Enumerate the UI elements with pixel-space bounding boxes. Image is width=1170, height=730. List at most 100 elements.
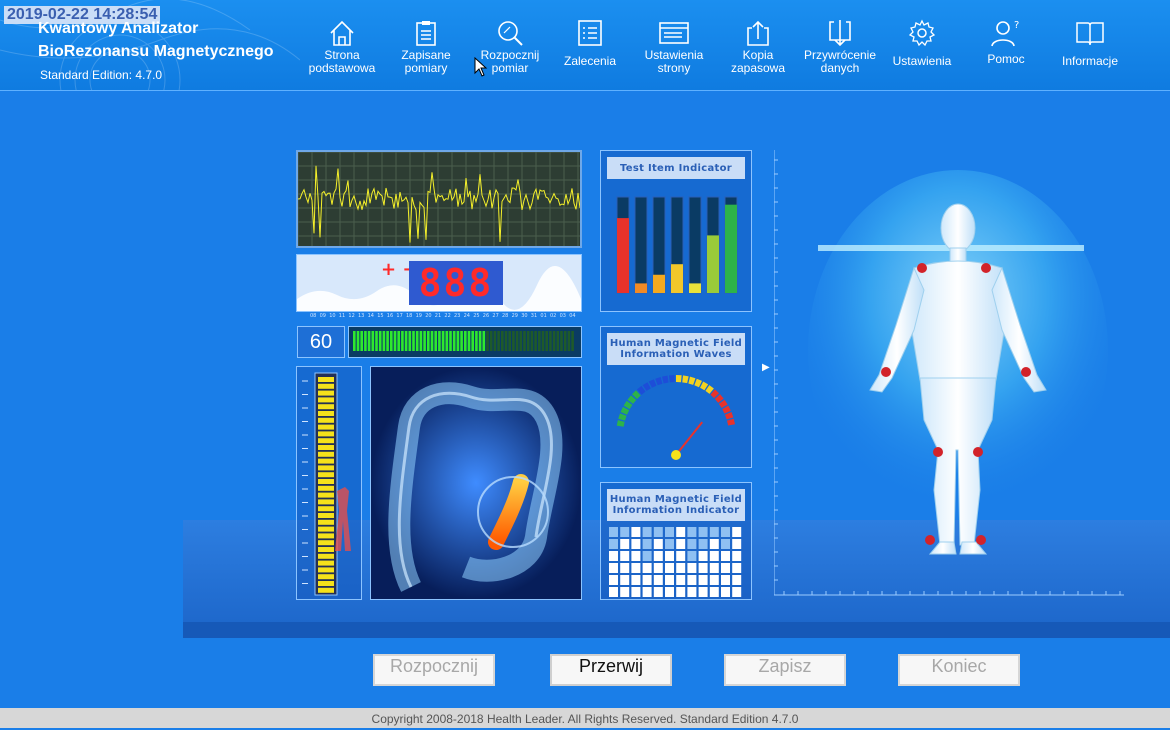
grid-cell [665, 563, 674, 573]
bar-fill [689, 283, 701, 293]
grid-cell [732, 575, 742, 585]
grid-cell [620, 539, 630, 549]
meter-segment [318, 431, 334, 437]
progress-segment [353, 331, 356, 351]
bar-track [634, 196, 648, 294]
grid-cell [631, 587, 641, 597]
mouse-cursor-icon [474, 57, 488, 77]
human-body-figure [773, 150, 1124, 600]
time-tick: 26 [482, 313, 490, 319]
nav-page-settings[interactable]: Ustawienia strony [632, 12, 716, 86]
bar-fill [653, 274, 665, 293]
meter-segment [318, 499, 334, 505]
start-button[interactable]: Rozpocznij [373, 654, 495, 686]
progress-segment [378, 331, 382, 351]
progress-segment [371, 331, 375, 351]
nav-recommendations[interactable]: Zalecenia [548, 12, 632, 86]
progress-segment [493, 331, 497, 351]
time-tick: 22 [444, 313, 451, 319]
progress-segment [567, 331, 571, 351]
time-tick: 31 [530, 313, 538, 319]
progress-segment [404, 331, 408, 351]
grid-cell [631, 527, 641, 537]
nav-help[interactable]: ? Pomoc [964, 12, 1048, 86]
meter-segment [318, 424, 334, 430]
time-tick: 11 [338, 313, 346, 319]
test-item-indicator-panel: Test Item Indicator [600, 150, 752, 312]
vertical-level-panel [296, 366, 362, 600]
time-tick: 01 [540, 313, 547, 319]
scan-progress-bar [348, 326, 582, 358]
time-tick: 14 [367, 313, 374, 319]
progress-segment [471, 331, 474, 351]
stop-button[interactable]: Przerwij [550, 654, 672, 686]
grid-cell [665, 575, 674, 585]
grid-cell [609, 527, 618, 537]
progress-segment [386, 331, 389, 351]
nav-label: zapasowa [730, 61, 786, 75]
time-tick: 28 [502, 313, 509, 319]
progress-segment [478, 331, 482, 351]
meter-segment [318, 506, 334, 512]
progress-segment [375, 331, 378, 351]
nav-label: Zapisane [401, 48, 451, 62]
grid-cell [709, 575, 719, 585]
meter-segment [318, 479, 334, 484]
progress-segment [515, 331, 519, 351]
progress-segment [482, 331, 486, 351]
nav-label: danych [820, 61, 860, 75]
progress-segment [382, 331, 386, 351]
gauge-segment [616, 420, 625, 427]
progress-segment [571, 331, 574, 351]
nav-label: Ustawienia [892, 54, 952, 68]
grid-cell [721, 575, 730, 585]
time-tick: 19 [415, 313, 422, 319]
progress-segment [438, 331, 441, 351]
clipboard-icon [416, 21, 436, 46]
time-tick: 21 [434, 313, 442, 319]
meter-segment [318, 485, 334, 491]
magnifier-icon [498, 21, 523, 46]
app-subtitle: BioRezonansu Magnetycznego [38, 43, 274, 60]
meter-segment [318, 526, 334, 532]
progress-segment [526, 331, 530, 351]
grid-cell [609, 563, 618, 573]
grid-cell [676, 563, 686, 573]
nav-home[interactable]: Strona podstawowa [300, 12, 384, 86]
gear-icon [908, 19, 936, 47]
end-button[interactable]: Koniec [898, 654, 1020, 686]
nav-restore-data[interactable]: Przywrócenie danych [798, 12, 882, 86]
grid-cell [721, 527, 730, 537]
time-tick: 03 [559, 313, 566, 319]
time-tick: 15 [377, 313, 384, 319]
test-item-bars [616, 196, 738, 294]
nav-information[interactable]: Informacje [1048, 12, 1132, 86]
progress-segment [419, 331, 423, 351]
grid-cell [687, 587, 697, 597]
vertical-level-meter [302, 372, 351, 596]
gauge-segment [724, 412, 734, 420]
book-icon [1076, 22, 1104, 46]
progress-segment [563, 331, 567, 351]
panel-title: Human Magnetic Field Information Waves [607, 333, 745, 365]
grid-cell [642, 587, 652, 597]
nav-settings[interactable]: Ustawienia [880, 12, 964, 86]
body-model [773, 150, 1124, 596]
meter-segment [318, 465, 334, 471]
grid-cell [698, 575, 708, 585]
save-button[interactable]: Zapisz [724, 654, 846, 686]
time-tick: 02 [550, 313, 557, 319]
progress-segment [467, 331, 471, 351]
grid-cell [709, 551, 719, 561]
progress-segment [367, 331, 371, 351]
progress-segment [401, 331, 404, 351]
nav-backup[interactable]: Kopia zapasowa [716, 12, 800, 86]
progress-segment [541, 331, 545, 351]
meter-segment [318, 397, 334, 403]
bar-fill [707, 235, 719, 293]
time-tick: 04 [569, 313, 576, 319]
meter-segment [318, 445, 334, 450]
progress-segment [430, 331, 434, 351]
nav-saved-measurements[interactable]: Zapisane pomiary [384, 12, 468, 86]
progress-segment [549, 331, 552, 351]
